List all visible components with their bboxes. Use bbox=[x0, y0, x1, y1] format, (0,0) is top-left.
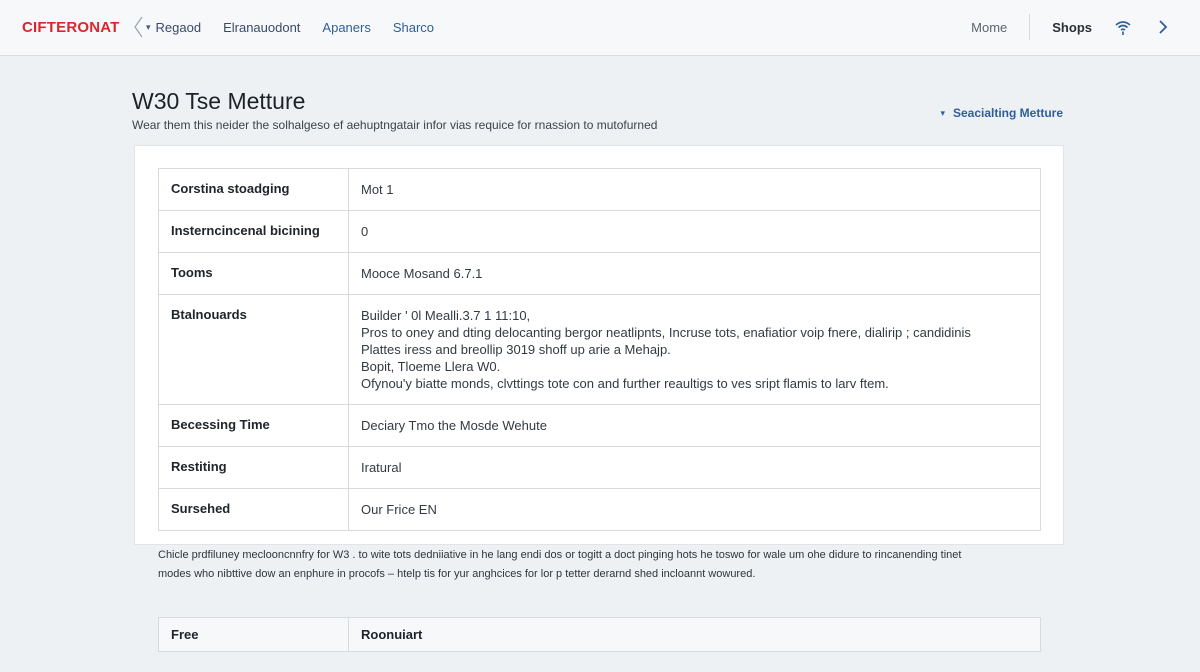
spec-key: Sursehed bbox=[158, 488, 349, 531]
table-row: Corstina stoadging Mot 1 bbox=[158, 168, 1041, 211]
chevron-down-icon: ▾ bbox=[146, 22, 151, 32]
spec-key: Corstina stoadging bbox=[158, 168, 349, 211]
nav-item-label: Regaod bbox=[155, 20, 202, 35]
more-link[interactable]: Mome bbox=[971, 14, 1031, 40]
page-title: W30 Tse Metture bbox=[132, 88, 306, 114]
wifi-icon[interactable] bbox=[1114, 18, 1132, 36]
nav-item-elranauodont[interactable]: Elranauodont bbox=[223, 20, 300, 35]
bottom-table: Free Roonuiart bbox=[158, 617, 1041, 652]
page-subtitle: Wear them this neider the solhalgeso ef … bbox=[132, 118, 658, 132]
arrow-right-icon[interactable] bbox=[1154, 18, 1172, 36]
nav-item-label: Apaners bbox=[322, 20, 371, 35]
top-navigation-bar: CIFTERONAT ▾ Regaod Elranauodont Apaners… bbox=[0, 0, 1200, 56]
specification-dropdown-link[interactable]: ▾ Seacialting Metture bbox=[940, 106, 1063, 120]
spec-value: Our Frice EN bbox=[348, 488, 1041, 531]
specification-link-label: Seacialting Metture bbox=[952, 106, 1063, 120]
table-row: Insterncincenal bicining 0 bbox=[158, 210, 1041, 253]
bottom-value: Roonuiart bbox=[348, 617, 1041, 652]
spec-value: Builder ' 0l Mealli.3.7 1 11:10, Pros to… bbox=[348, 294, 1041, 405]
nav-item-label: Elranauodont bbox=[223, 20, 301, 35]
spec-table: Corstina stoadging Mot 1 Insterncincenal… bbox=[158, 168, 1041, 531]
nav-item-regaod[interactable]: ▾ Regaod bbox=[146, 20, 201, 35]
chevron-down-icon: ▾ bbox=[940, 107, 945, 118]
spec-key: Tooms bbox=[158, 252, 349, 295]
brand-logo[interactable]: CIFTERONAT bbox=[22, 19, 120, 36]
table-row: Btalnouards Builder ' 0l Mealli.3.7 1 11… bbox=[158, 294, 1041, 405]
spec-key: Restiting bbox=[158, 446, 349, 489]
spec-key: Btalnouards bbox=[158, 294, 349, 405]
spec-value: 0 bbox=[348, 210, 1041, 253]
nav-item-sharco[interactable]: Sharco bbox=[393, 20, 434, 35]
main-nav: ▾ Regaod Elranauodont Apaners Sharco bbox=[146, 20, 456, 35]
table-row: Free Roonuiart bbox=[158, 617, 1041, 652]
nav-item-apaners[interactable]: Apaners bbox=[322, 20, 370, 35]
table-row: Tooms Mooce Mosand 6.7.1 bbox=[158, 252, 1041, 295]
table-row: Becessing Time Deciary Tmo the Mosde Weh… bbox=[158, 404, 1041, 447]
spec-value: Deciary Tmo the Mosde Wehute bbox=[348, 404, 1041, 447]
footnote: Chicle prdfiluney meclooncnnfry for W3 .… bbox=[158, 546, 1058, 584]
footnote-line: modes who nibttive dow an enphure in pro… bbox=[158, 568, 756, 580]
table-row: Restiting Iratural bbox=[158, 446, 1041, 489]
spec-value: Iratural bbox=[348, 446, 1041, 489]
right-nav: Mome Shops bbox=[971, 14, 1172, 40]
back-chevron-icon[interactable] bbox=[132, 14, 144, 40]
table-row: Sursehed Our Frice EN bbox=[158, 488, 1041, 531]
spec-key: Becessing Time bbox=[158, 404, 349, 447]
spec-value: Mot 1 bbox=[348, 168, 1041, 211]
bottom-key: Free bbox=[158, 617, 349, 652]
spec-key: Insterncincenal bicining bbox=[158, 210, 349, 253]
spec-value: Mooce Mosand 6.7.1 bbox=[348, 252, 1041, 295]
footnote-line: Chicle prdfiluney meclooncnnfry for W3 .… bbox=[158, 549, 962, 561]
nav-item-label: Sharco bbox=[392, 20, 435, 35]
spec-card: Corstina stoadging Mot 1 Insterncincenal… bbox=[134, 145, 1064, 545]
shops-link[interactable]: Shops bbox=[1052, 20, 1092, 35]
